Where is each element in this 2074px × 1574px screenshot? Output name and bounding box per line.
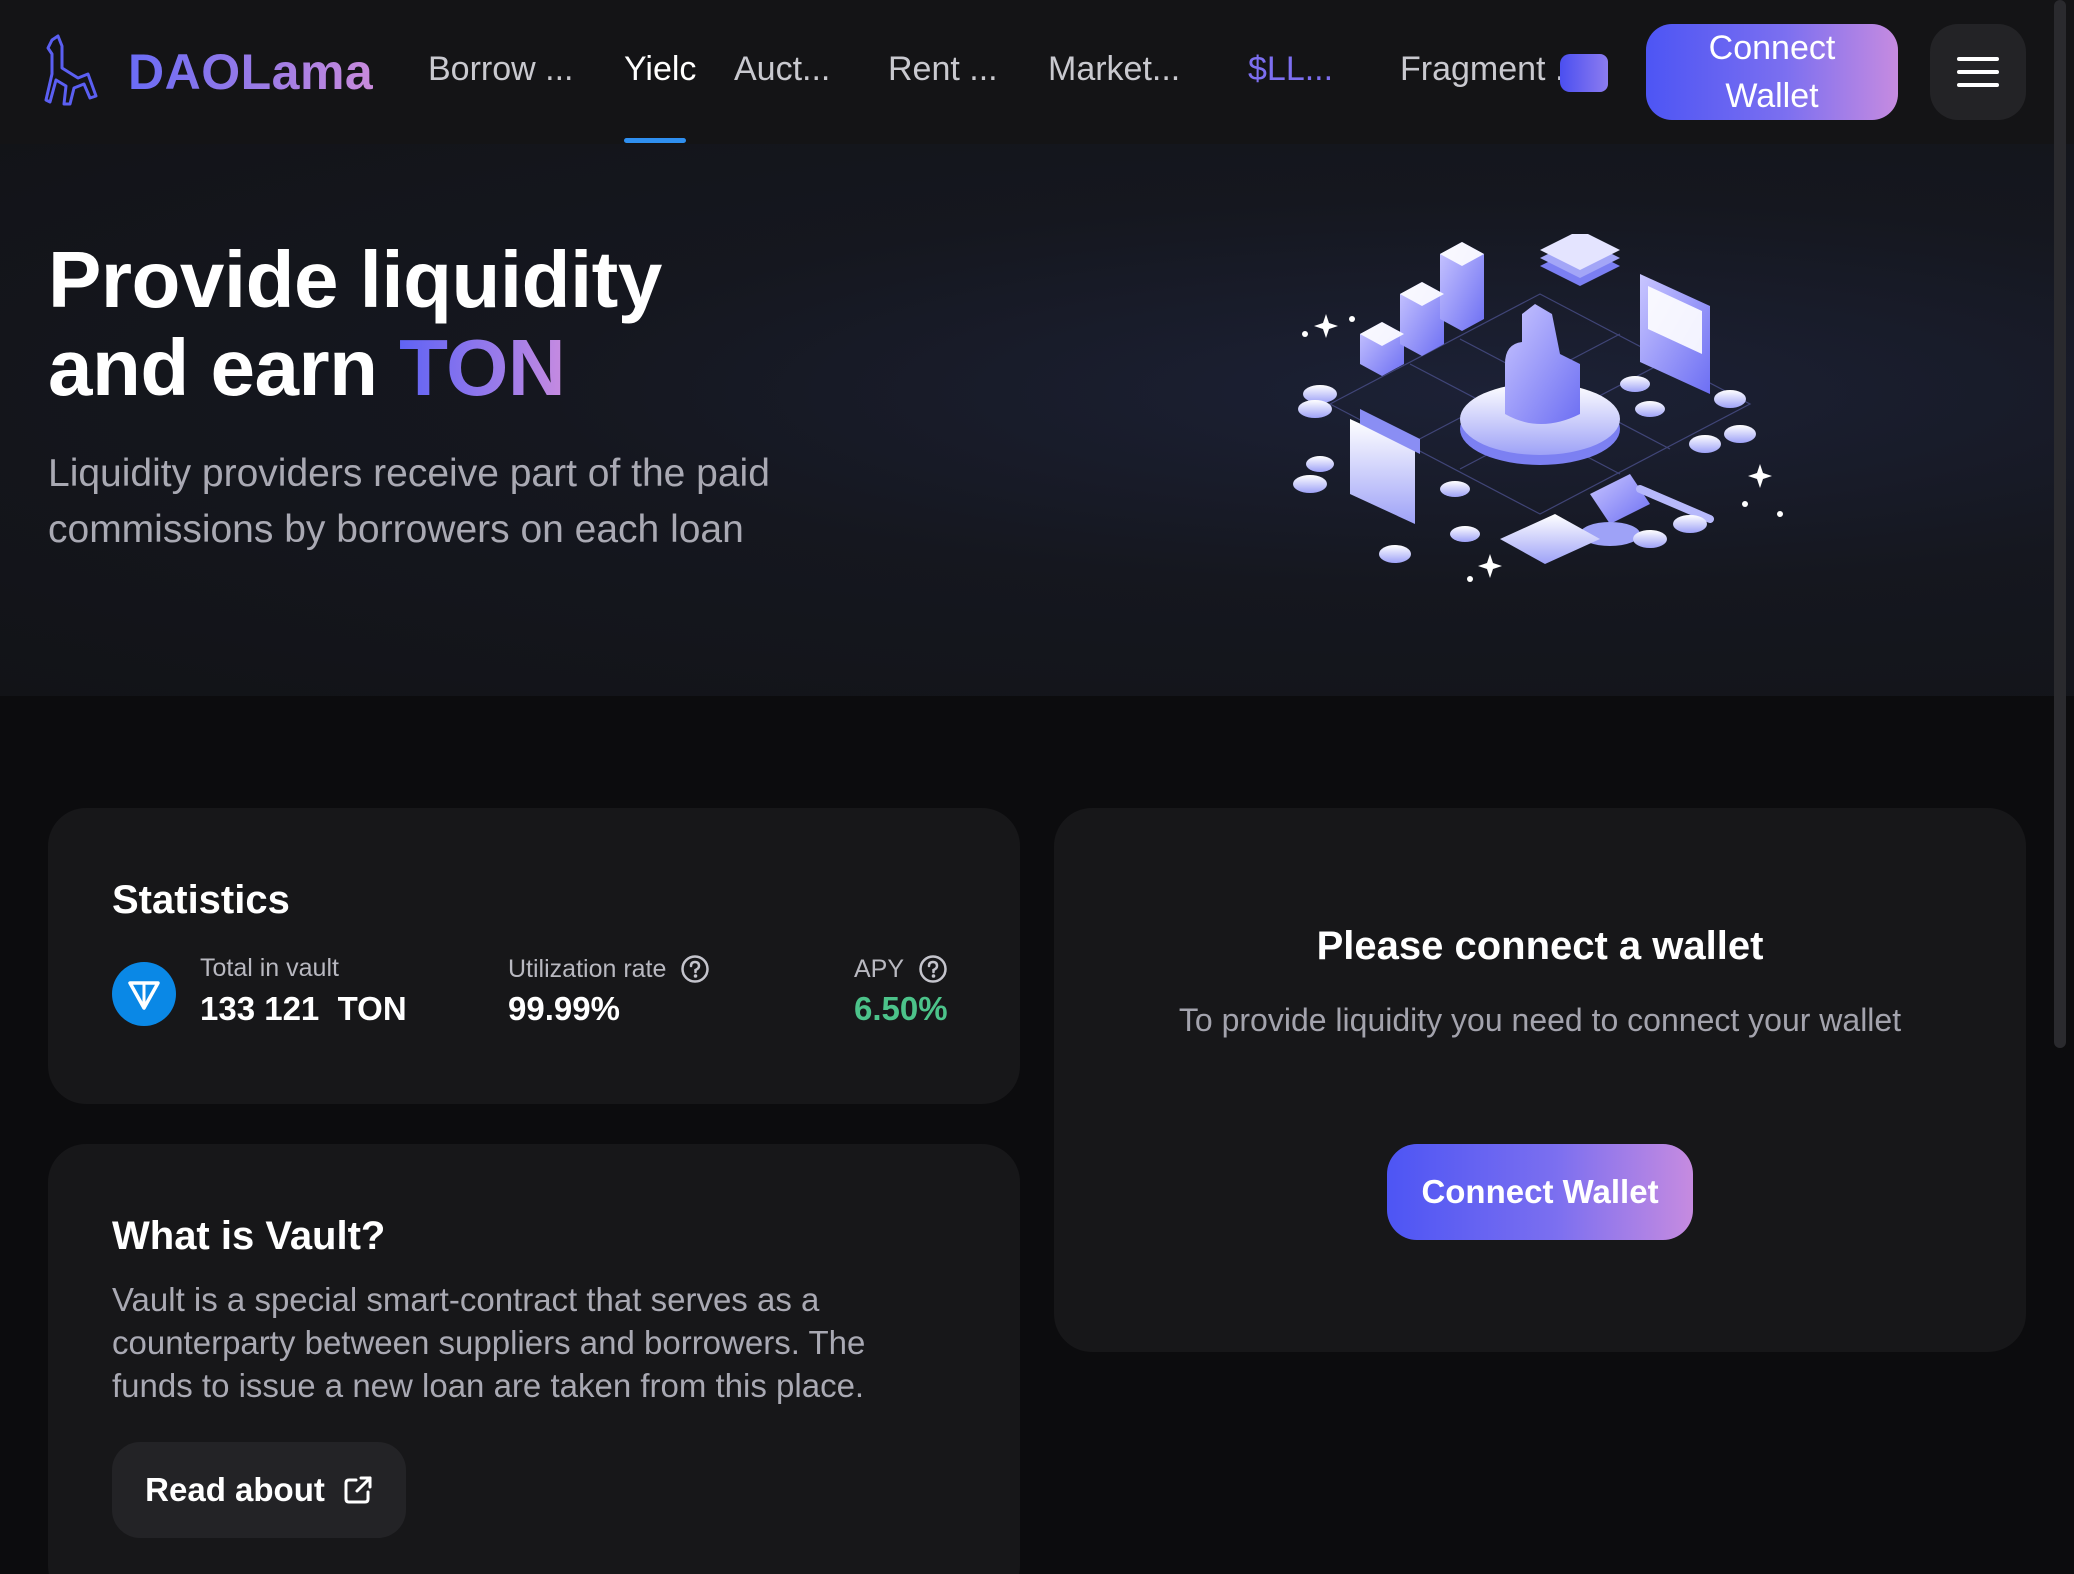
page-title: Provide liquidity and earn TON [48, 236, 662, 412]
nav-fragment[interactable]: Fragment ... [1400, 50, 1586, 89]
top-navigation-bar: DAOLama Borrow ... Yielc Auct... Rent ..… [0, 0, 2074, 144]
bar-chart-icon [1360, 242, 1484, 376]
page-scrollbar[interactable] [2054, 0, 2066, 1048]
vault-description: Vault is a special smart-contract that s… [112, 1281, 866, 1404]
nav-overflow-fade [1560, 54, 1608, 92]
total-in-vault-label-text: Total in vault [200, 954, 339, 982]
nav-rent[interactable]: Rent ... [888, 50, 1008, 89]
llama-logo-icon [44, 34, 98, 106]
nav-ll-token[interactable]: $LL... [1248, 50, 1344, 89]
statistics-title: Statistics [112, 878, 290, 922]
external-link-icon [344, 1476, 372, 1504]
nav-yield[interactable]: Yielc [624, 50, 696, 89]
hamburger-menu-button[interactable] [1930, 24, 2026, 120]
help-circle-icon[interactable] [918, 954, 948, 984]
title-line-2: and earn TON [48, 324, 662, 412]
hamburger-icon [1957, 70, 1999, 74]
connect-wallet-title: Please connect a wallet [1316, 924, 1764, 968]
apy-label-text: APY [854, 954, 905, 983]
brand-name: DAOLama [128, 44, 374, 100]
ton-logo-icon [112, 962, 176, 1026]
liquidity-illustration [1293, 234, 1783, 582]
header-connect-wallet-button[interactable]: Connect Wallet [1646, 24, 1898, 120]
layers-icon [1540, 234, 1620, 286]
nav-auctions[interactable]: Auct... [734, 50, 844, 89]
hero-subtitle: Liquidity providers receive part of the … [48, 452, 770, 551]
llama-pedestal-icon [1460, 304, 1620, 465]
receive-ton-card-icon [1640, 274, 1710, 394]
nav-market[interactable]: Market... [1048, 50, 1198, 89]
utilization-rate-value: 99.99% [508, 990, 620, 1027]
apy-value: 6.50% [854, 990, 948, 1027]
brand-logo[interactable]: DAOLama [44, 34, 373, 110]
nav-active-indicator [624, 138, 686, 143]
what-is-vault-card: What is Vault? Vault is a special smart-… [48, 1144, 1020, 1574]
ton-coin-ticket-icon [1500, 514, 1600, 564]
vault-title: What is Vault? [112, 1214, 386, 1258]
help-circle-icon[interactable] [680, 954, 710, 984]
total-in-vault-value: 133 121 TON [200, 990, 407, 1027]
title-line-1: Provide liquidity [48, 235, 662, 324]
total-in-vault-label: Total in vault [200, 954, 339, 983]
apy-label: APY [854, 954, 948, 984]
title-highlight-ton: TON [399, 323, 566, 412]
connect-wallet-card: Please connect a wallet To provide liqui… [1054, 808, 2026, 1352]
hamburger-icon [1957, 57, 1999, 61]
statistics-card: Statistics Total in vault 133 121 TON Ut… [48, 808, 1020, 1104]
read-about-label: Read about [145, 1471, 325, 1508]
utilization-rate-label: Utilization rate [508, 954, 710, 984]
nav-borrow[interactable]: Borrow ... [428, 50, 580, 89]
connect-wallet-button[interactable]: Connect Wallet [1387, 1144, 1693, 1240]
utilization-rate-label-text: Utilization rate [508, 954, 667, 983]
title-line-2-prefix: and earn [48, 323, 400, 412]
connect-wallet-description: To provide liquidity you need to connect… [1178, 1002, 1902, 1038]
hero-section: Provide liquidity and earn TON Liquidity… [0, 144, 2074, 696]
hamburger-icon [1957, 83, 1999, 87]
wallet-icon [1350, 409, 1420, 524]
read-about-button[interactable]: Read about [112, 1442, 406, 1538]
